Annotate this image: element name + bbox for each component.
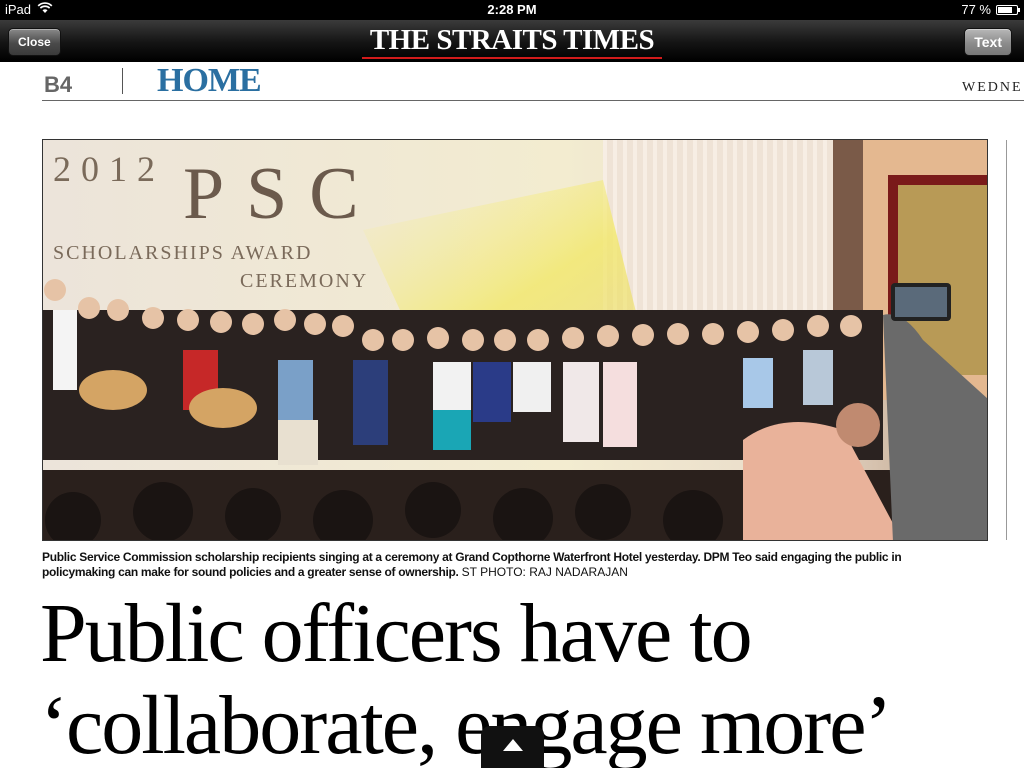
text-view-button[interactable]: Text	[964, 28, 1012, 56]
app-toolbar: Close THE STRAITS TIMES Text	[0, 20, 1024, 62]
backdrop-subtitle-line1: SCHOLARSHIPS AWARD	[53, 242, 313, 264]
backdrop-title: PSC	[183, 153, 381, 235]
chevron-up-icon	[503, 739, 523, 751]
battery-icon	[996, 4, 1020, 15]
page-number: B4	[44, 72, 73, 97]
drawer-handle[interactable]	[481, 726, 544, 768]
headline-line-1: Public officers have to	[40, 587, 753, 680]
battery-percent: 77 %	[961, 2, 991, 17]
backdrop-subtitle-line2: CEREMONY	[240, 270, 369, 292]
header-rule	[42, 100, 1024, 101]
section-title: HOME	[157, 62, 262, 99]
status-right: 77 %	[961, 2, 1020, 17]
dateline: WEDNE	[962, 80, 1023, 95]
photo-credit: ST PHOTO: RAJ NADARAJAN	[461, 565, 628, 579]
header-divider	[122, 68, 123, 94]
column-rule	[1006, 140, 1007, 540]
clock: 2:28 PM	[487, 2, 537, 17]
battery-fill	[998, 6, 1012, 13]
masthead: THE STRAITS TIMES	[0, 25, 1024, 59]
article-photo[interactable]: 2012 PSC SCHOLARSHIPS AWARD CEREMONY	[42, 139, 988, 541]
backdrop-year: 2012	[53, 149, 165, 189]
masthead-title: THE STRAITS TIMES	[361, 25, 663, 59]
photo-caption: Public Service Commission scholarship re…	[42, 550, 942, 580]
status-bar: iPad 2:28 PM 77 %	[0, 0, 1024, 20]
